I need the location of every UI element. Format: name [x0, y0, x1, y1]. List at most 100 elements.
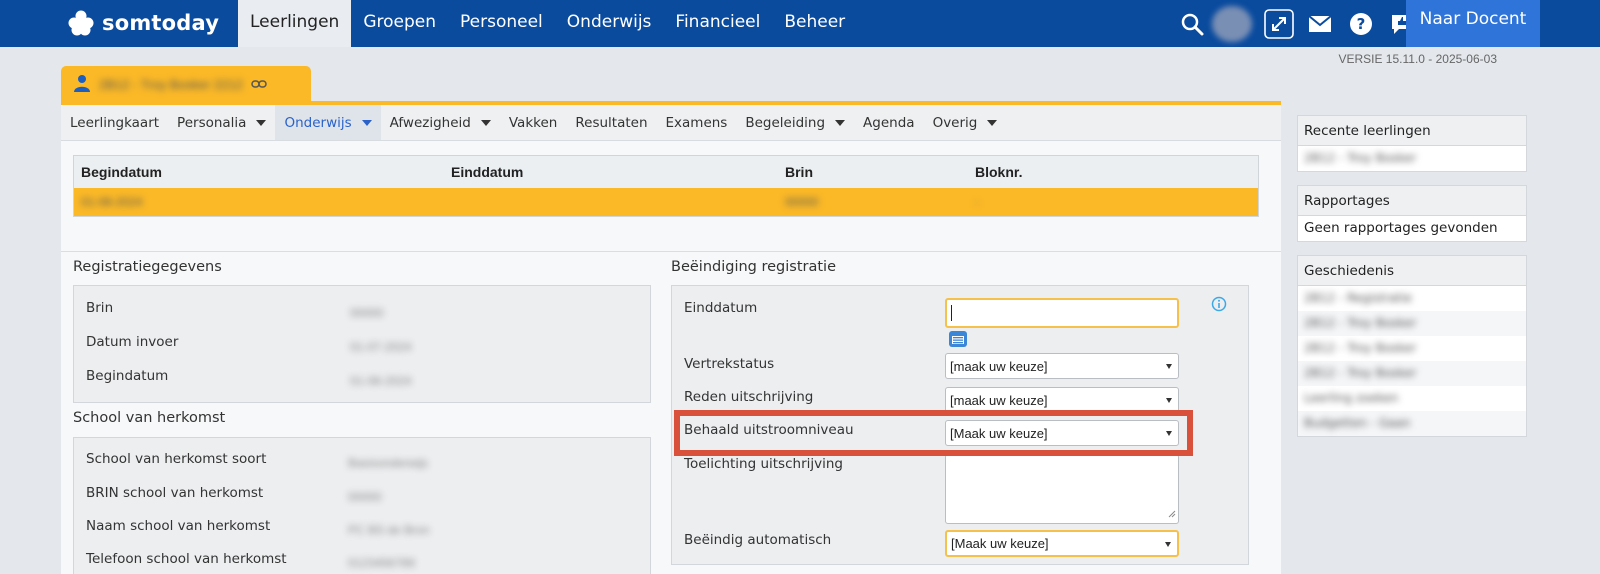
herkomst-telefoon-label: Telefoon school van herkomst	[86, 551, 287, 567]
list-item[interactable]: 2B12 - Troy Bosker	[1298, 361, 1526, 386]
divider	[61, 251, 1281, 252]
beeindiging-title: Beëindiging registratie	[671, 259, 836, 275]
begindatum-label: Begindatum	[86, 368, 169, 384]
vertrekstatus-select[interactable]: [maak uw keuze]	[945, 353, 1179, 379]
svg-text:?: ?	[1356, 15, 1365, 33]
subnav-vakken[interactable]: Vakken	[500, 105, 566, 140]
caret-down-icon	[987, 119, 998, 126]
nav-groepen[interactable]: Groepen	[351, 0, 448, 47]
cell-brin: 00000	[785, 195, 819, 209]
geschiedenis-panel: Geschiedenis 2B12 - Registratie 2B12 - T…	[1297, 255, 1527, 437]
subnav-overig[interactable]: Overig	[924, 105, 1007, 140]
table-row[interactable]: 01-08-2024 00000 -	[74, 188, 1258, 216]
caret-down-icon	[835, 119, 846, 126]
vertrekstatus-label: Vertrekstatus	[684, 356, 775, 372]
search-icon[interactable]	[1171, 0, 1212, 47]
select-value: [Maak uw keuze]	[951, 536, 1049, 551]
nav-financieel[interactable]: Financieel	[663, 0, 772, 47]
brin-label: Brin	[86, 300, 114, 316]
subnav-label: Personalia	[177, 114, 247, 131]
user-icon	[73, 74, 91, 95]
subnav-resultaten[interactable]: Resultaten	[566, 105, 656, 140]
nav-onderwijs[interactable]: Onderwijs	[555, 0, 664, 47]
list-item[interactable]: Budgetten - Gaan	[1298, 411, 1526, 436]
herkomst-soort-label: School van herkomst soort	[86, 451, 267, 467]
logo-icon	[68, 10, 94, 36]
subnav-label: Onderwijs	[284, 114, 352, 131]
herkomst-naam-label: Naam school van herkomst	[86, 518, 271, 534]
version-label: VERSIE 15.11.0 - 2025-06-03	[1338, 52, 1497, 66]
automatisch-select[interactable]: [Maak uw keuze]	[945, 530, 1179, 557]
toelichting-label: Toelichting uitschrijving	[684, 456, 843, 472]
nav-beheer[interactable]: Beheer	[772, 0, 857, 47]
dropdown-arrow-icon	[1166, 398, 1172, 403]
datum-invoer-value: 01-07-2024	[350, 340, 412, 354]
subnav-label: Agenda	[863, 114, 915, 131]
dropdown-arrow-icon	[1165, 541, 1171, 547]
col-brin[interactable]: Brin	[778, 164, 968, 180]
herkomst-box: School van herkomst soort Basisonderwijs…	[73, 437, 651, 574]
cell-begindatum: 01-08-2024	[81, 195, 143, 209]
subnav-agenda[interactable]: Agenda	[854, 105, 924, 140]
subnav-label: Leerlingkaart	[70, 114, 160, 131]
logo-text: somtoday	[102, 11, 220, 35]
mail-icon[interactable]	[1299, 0, 1340, 47]
toelichting-textarea[interactable]	[945, 454, 1179, 524]
list-item[interactable]: 2B12 - Registratie	[1298, 286, 1526, 311]
registration-table: Begindatum Einddatum Brin Bloknr. 01-08-…	[73, 155, 1259, 217]
text-cursor	[951, 305, 952, 321]
student-name: 2B12 - Troy Bosker 2212	[99, 76, 243, 92]
main-nav: Leerlingen Groepen Personeel Onderwijs F…	[238, 0, 857, 47]
student-tab[interactable]: 2B12 - Troy Bosker 2212	[61, 66, 311, 102]
nav-personeel[interactable]: Personeel	[448, 0, 555, 47]
registratie-title: Registratiegegevens	[73, 259, 222, 275]
recent-panel: Recente leerlingen 2B12 - Troy Bosker	[1297, 115, 1527, 172]
subnav-leerlingkaart[interactable]: Leerlingkaart	[61, 105, 168, 140]
herkomst-brin-value: 00000	[348, 490, 382, 504]
list-item[interactable]: 2B12 - Troy Bosker	[1298, 311, 1526, 336]
select-value: [maak uw keuze]	[950, 358, 1048, 374]
history-item: 2B12 - Troy Bosker	[1304, 316, 1417, 330]
help-icon[interactable]: ?	[1340, 0, 1381, 47]
history-item: Leerling zoeken	[1304, 391, 1399, 405]
history-item: Budgetten - Gaan	[1304, 416, 1411, 430]
subnav-personalia[interactable]: Personalia	[168, 105, 275, 140]
list-item[interactable]: 2B12 - Troy Bosker	[1298, 146, 1526, 171]
table-header: Begindatum Einddatum Brin Bloknr.	[74, 156, 1258, 188]
subnav-label: Overig	[932, 114, 978, 131]
list-item[interactable]: 2B12 - Troy Bosker	[1298, 336, 1526, 361]
dropdown-arrow-icon	[1166, 364, 1172, 369]
history-item: 2B12 - Registratie	[1304, 291, 1412, 305]
resize-handle-icon[interactable]	[1168, 505, 1176, 521]
somtoday-logo[interactable]: somtoday	[68, 8, 219, 38]
subnav-onderwijs[interactable]: Onderwijs	[275, 105, 381, 140]
herkomst-brin-label: BRIN school van herkomst	[86, 485, 264, 501]
fullscreen-icon[interactable]	[1258, 0, 1299, 47]
col-begindatum[interactable]: Begindatum	[74, 164, 444, 180]
col-einddatum[interactable]: Einddatum	[444, 164, 778, 180]
einddatum-input[interactable]	[945, 298, 1179, 328]
subnav-begeleiding[interactable]: Begeleiding	[736, 105, 854, 140]
automatisch-label: Beëindig automatisch	[684, 532, 832, 548]
top-bar: somtoday Leerlingen Groepen Personeel On…	[0, 0, 1600, 47]
link-icon	[251, 76, 267, 92]
herkomst-title: School van herkomst	[73, 410, 226, 426]
cell-bloknr: -	[975, 195, 979, 209]
recent-title: Recente leerlingen	[1298, 116, 1526, 146]
list-item[interactable]: Leerling zoeken	[1298, 386, 1526, 411]
naar-docent-button[interactable]: Naar Docent	[1406, 0, 1540, 47]
nav-leerlingen[interactable]: Leerlingen	[238, 0, 352, 47]
caret-down-icon	[361, 119, 372, 126]
caret-down-icon	[480, 119, 491, 126]
subnav-label: Resultaten	[575, 114, 648, 131]
col-bloknr[interactable]: Bloknr.	[968, 164, 1022, 180]
datum-invoer-label: Datum invoer	[86, 334, 179, 350]
info-icon[interactable]	[1211, 296, 1227, 315]
subnav-afwezigheid[interactable]: Afwezigheid	[381, 105, 500, 140]
calendar-icon[interactable]	[948, 328, 968, 351]
user-avatar[interactable]	[1212, 5, 1252, 42]
reden-label: Reden uitschrijving	[684, 389, 814, 405]
main-panel: Leerlingkaart Personalia Onderwijs Afwez…	[61, 101, 1281, 574]
geschiedenis-title: Geschiedenis	[1298, 256, 1526, 286]
subnav-examens[interactable]: Examens	[657, 105, 737, 140]
